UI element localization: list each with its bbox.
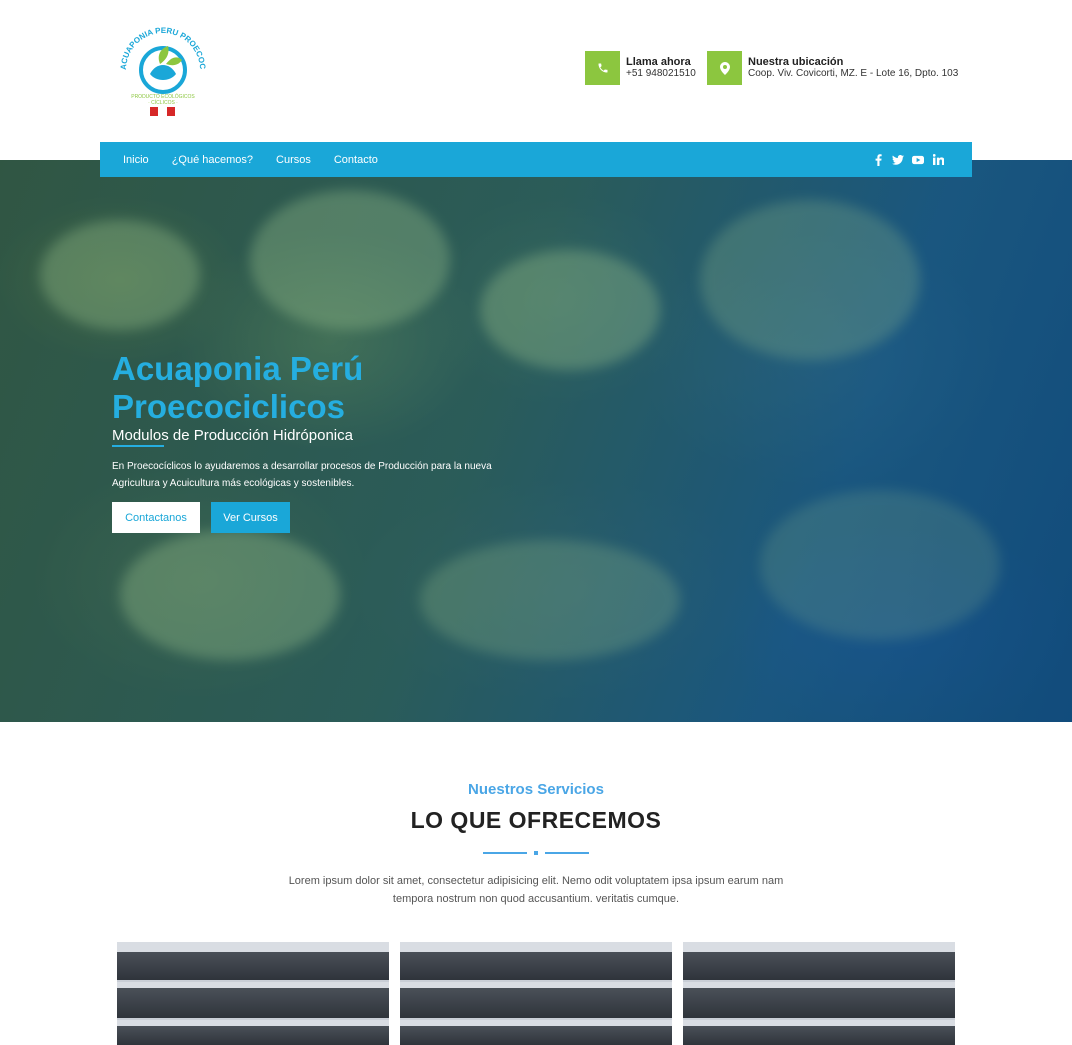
svg-text:· CÍCLICOS ·: · CÍCLICOS ·	[148, 99, 178, 106]
nav-item-inicio[interactable]: Inicio	[123, 154, 149, 166]
twitter-icon[interactable]	[892, 154, 904, 166]
nav-item-contacto[interactable]: Contacto	[334, 154, 378, 166]
hero-title-line1: Acuaponia Perú	[112, 350, 364, 387]
location-address: Coop. Viv. Covicorti, MZ. E - Lote 16, D…	[748, 68, 959, 79]
main-nav: Inicio ¿Qué hacemos? Cursos Contacto	[100, 142, 972, 177]
phone-icon	[585, 51, 620, 85]
map-pin-icon	[707, 51, 742, 85]
site-header: ACUAPONIA PERU PROECOCICLICOS PRODUCTO E…	[0, 0, 1072, 160]
phone-number[interactable]: +51 948021510	[626, 68, 696, 80]
services-kicker: Nuestros Servicios	[468, 781, 604, 798]
divider-left	[483, 852, 527, 854]
ver-cursos-button[interactable]: Ver Cursos	[211, 502, 290, 533]
youtube-icon[interactable]	[912, 154, 924, 166]
services-description: Lorem ipsum dolor sit amet, consectetur …	[288, 875, 784, 905]
nav-item-cursos[interactable]: Cursos	[276, 154, 311, 166]
linkedin-icon[interactable]	[932, 154, 944, 166]
service-card-3[interactable]	[683, 942, 955, 1045]
svg-text:PRODUCTO ECOLÓGICOS: PRODUCTO ECOLÓGICOS	[131, 93, 195, 100]
service-card-2[interactable]	[400, 942, 672, 1045]
divider-dot	[534, 851, 538, 855]
divider-right	[545, 852, 589, 854]
phone-title: Llama ahora	[626, 56, 691, 68]
hero-banner: Acuaponia Perú Proecociclicos Modulos de…	[0, 160, 1072, 722]
phone-contact[interactable]: Llama ahora +51 948021510	[585, 51, 696, 85]
location-contact[interactable]: Nuestra ubicación Coop. Viv. Covicorti, …	[707, 51, 958, 85]
hero-description: En Proecocíclicos lo ayudaremos a desarr…	[112, 461, 492, 489]
hero-title: Acuaponia Perú Proecociclicos	[112, 350, 363, 426]
services-section: Nuestros Servicios LO QUE OFRECEMOS Lore…	[0, 722, 1072, 1045]
brand-logo[interactable]: ACUAPONIA PERU PROECOCICLICOS PRODUCTO E…	[109, 11, 214, 120]
facebook-icon[interactable]	[872, 153, 884, 166]
location-title: Nuestra ubicación	[748, 56, 844, 68]
service-card-1[interactable]	[117, 942, 389, 1045]
services-title: LO QUE OFRECEMOS	[410, 807, 662, 833]
hero-subtitle-underline	[112, 445, 164, 447]
social-links	[872, 142, 944, 177]
nav-item-que-hacemos[interactable]: ¿Qué hacemos?	[172, 154, 253, 166]
contactanos-button[interactable]: Contactanos	[112, 502, 200, 533]
hero-subtitle: Modulos de Producción Hidróponica	[112, 427, 353, 444]
hero-title-line2: Proecociclicos	[112, 388, 345, 425]
